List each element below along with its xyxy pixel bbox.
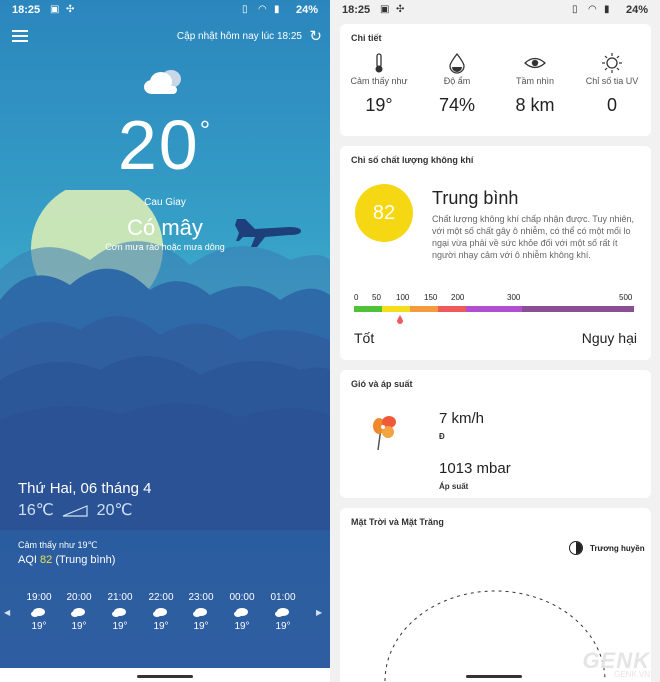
battery-icon: ▮ (274, 4, 280, 15)
status-bar: 18:25 ▣ ✣ ▯ ◠ ▮ 24% (0, 0, 330, 20)
air-pressure: 1013 mbar (439, 460, 511, 477)
aqi-scale-label: 0 (354, 293, 359, 302)
detail-humidity: Độ ẩm 74% (418, 52, 496, 116)
hourly-item: 19:00 19° (19, 592, 59, 632)
status-time: 18:25 (12, 4, 41, 16)
aqi-scale-label: 150 (424, 293, 438, 302)
current-temperature: 20° (117, 106, 213, 184)
app-notification-icon: ✣ (396, 4, 405, 15)
sun-path-arc (384, 590, 606, 682)
aqi-good-label: Tốt (354, 330, 375, 346)
status-bar: 18:25 ▣ ✣ ▯ ◠ ▮ 24% (330, 0, 660, 20)
vibrate-icon: ▯ (242, 4, 248, 15)
detail-feels-like: Cảm thấy như 19° (340, 52, 418, 116)
details-title: Chi tiết (351, 33, 382, 43)
hourly-item: 21:00 19° (100, 592, 140, 632)
low-temperature: 16℃ (18, 502, 54, 519)
detail-uv-index: Chỉ số tia UV 0 (573, 52, 651, 116)
image-notification-icon: ▣ (50, 4, 60, 15)
aqi-scale-label: 300 (507, 293, 521, 302)
aqi-marker-icon (397, 315, 403, 324)
aqi-scale-label: 100 (396, 293, 410, 302)
scroll-left-icon[interactable]: ◀ (4, 608, 10, 617)
humidity-drop-icon (449, 52, 465, 74)
windmill-icon (373, 416, 396, 451)
home-gesture-bar[interactable] (137, 675, 193, 678)
aqi-badge: 82 (355, 184, 413, 242)
air-pressure-label: Áp suất (439, 482, 469, 491)
aqi-description: Chất lượng không khí chấp nhận được. Tuy… (432, 214, 634, 260)
hourly-forecast[interactable]: ◀ 19:00 19° 20:00 19° 21:00 19° 22:00 19° 23… (0, 592, 330, 642)
aqi-summary[interactable]: AQI 82 (Trung bình) (18, 554, 115, 566)
cloud-icon (193, 608, 207, 617)
feels-like-text: Cảm thấy như 19℃ (18, 540, 98, 550)
hourly-item: 23:00 19° (181, 592, 221, 632)
hourly-item: 01:00 19° (263, 592, 303, 632)
temperature-ramp-icon (62, 504, 88, 517)
thermometer-icon (375, 53, 383, 73)
app-notification-icon: ✣ (66, 4, 75, 15)
battery-percent: 24% (295, 4, 318, 16)
refresh-icon[interactable]: ↻ (309, 27, 322, 45)
menu-icon[interactable] (12, 30, 28, 42)
aqi-scale-bar (354, 306, 634, 312)
cloud-icon (71, 608, 85, 617)
aqi-value: 82 (40, 554, 53, 566)
eye-icon (524, 57, 546, 69)
wind-speed: 7 km/h (439, 410, 485, 427)
scroll-right-icon[interactable]: ▶ (316, 608, 322, 617)
hourly-item: 20:00 19° (59, 592, 99, 632)
aqi-scale-label: 200 (451, 293, 465, 302)
weather-main-screen: 18:25 ▣ ✣ ▯ ◠ ▮ 24% Cập nhật hôm nay lúc… (0, 0, 330, 682)
details-card: Chi tiết Cảm thấy như 19° Độ ẩm 74% Tầm … (340, 24, 651, 136)
wind-pressure-card: Gió và áp suất 7 km/h Đ 1013 mbar Áp suấ… (340, 370, 651, 498)
image-notification-icon: ▣ (380, 4, 390, 15)
home-gesture-bar[interactable] (466, 675, 522, 678)
air-quality-title: Chỉ số chất lượng không khí (351, 155, 474, 165)
weather-details-screen: 18:25 ▣ ✣ ▯ ◠ ▮ 24% Chi tiết Cảm thấy nh… (330, 0, 660, 682)
cloud-icon (234, 608, 248, 617)
forecast-date: Thứ Hai, 06 tháng 4 (18, 480, 152, 497)
wind-direction: Đ (439, 432, 445, 441)
cloud-icon (275, 608, 289, 617)
aqi-level: Trung bình (432, 188, 519, 208)
wifi-icon: ◠ (258, 4, 267, 15)
temperature-range: 16℃ 20℃ (18, 500, 132, 520)
air-quality-card[interactable]: Chỉ số chất lượng không khí 82 Trung bìn… (340, 146, 651, 360)
vibrate-icon: ▯ (572, 4, 578, 15)
location-name: Cau Giay (144, 197, 186, 208)
aqi-hazardous-label: Nguy hại (581, 330, 637, 346)
wind-title: Gió và áp suất (351, 379, 413, 389)
watermark-logo: GENK GENK.VN (582, 648, 650, 679)
sun-moon-title: Mặt Trời và Mặt Trăng (351, 517, 444, 527)
sun-icon (602, 53, 622, 73)
battery-icon: ▮ (604, 4, 610, 15)
cloud-icon (31, 608, 45, 617)
high-temperature: 20℃ (96, 502, 133, 519)
cloud-icon (153, 608, 167, 617)
wifi-icon: ◠ (588, 4, 597, 15)
battery-percent: 24% (625, 4, 648, 16)
moon-phase-text: Trương huyền (590, 544, 645, 553)
cloudy-icon (144, 70, 181, 94)
hourly-item: 22:00 19° (141, 592, 181, 632)
hourly-item: 00:00 19° (222, 592, 262, 632)
status-time: 18:25 (342, 4, 371, 16)
detail-visibility: Tầm nhìn 8 km (496, 52, 574, 116)
airplane-icon (235, 219, 301, 247)
aqi-scale-label: 50 (372, 293, 381, 302)
update-time-text: Cập nhật hôm nay lúc 18:25 (176, 31, 302, 42)
aqi-scale-label: 500 (619, 293, 633, 302)
cloud-icon (112, 608, 126, 617)
